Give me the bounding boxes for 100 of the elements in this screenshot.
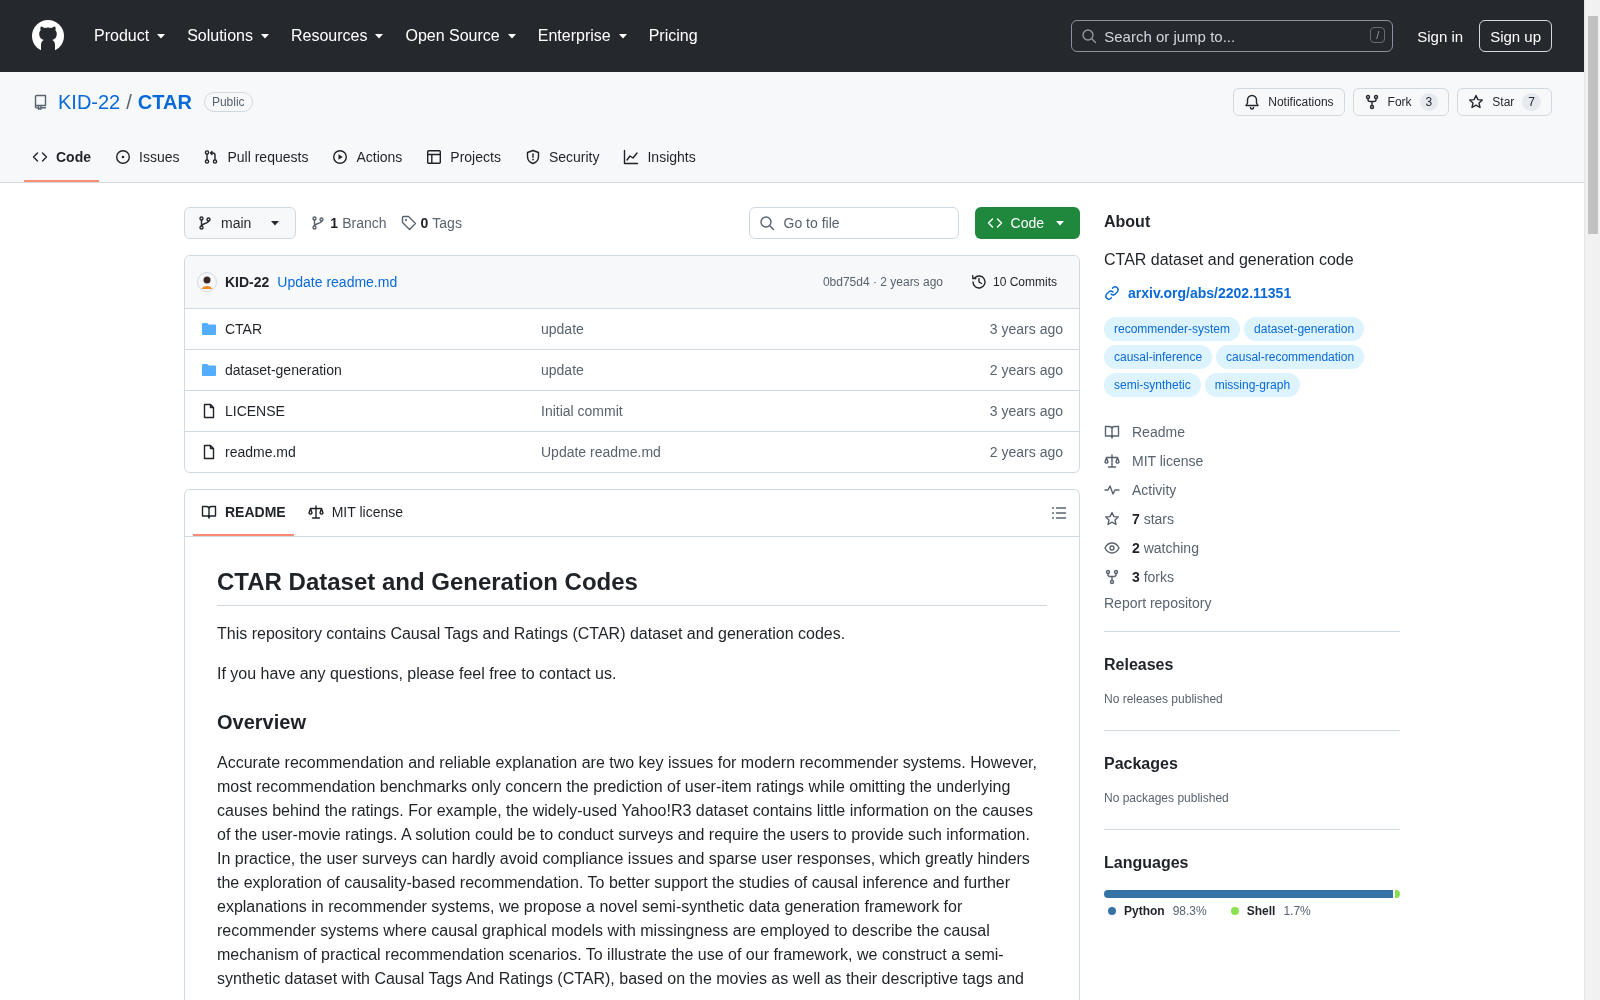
topic-tag[interactable]: missing-graph <box>1204 373 1301 397</box>
commit-age: 2 years ago <box>989 444 1063 460</box>
nav-menu-item[interactable]: Pricing <box>640 21 706 51</box>
go-to-file-field[interactable]: Go to file <box>748 207 959 239</box>
commit-message: Update readme.md <box>541 444 662 460</box>
file-name-link[interactable]: LICENSE <box>225 403 285 419</box>
readme-title: CTAR Dataset and Generation Codes <box>217 567 1047 606</box>
readme-paragraph: Accurate recommendation and reliable explanation are two key issues for modern recommender systems. However, most recommendation benchmarks only concern the prediction of user-item ratings while omitting the underlying causes behind the ratings. For example, the widely-used Yahoo!R3 dataset contains little information on the causes of the user-movie ratings. A solution could be to conduct surveys and require the users to provide such information. In practice, the user surveys can hardly avoid compliance issues and sparse user responses, which greatly hinders the exploration of causality-based recommendation. To better support the studies of causal inference and further explanations in recommender systems, we propose a novel semi-synthetic data generation framework for recommender systems where causal graphical models with missingness are employed to describe the causal mechanism of practical recommendation scenarios. To illustrate the use of our framework, we construct a semi-synthetic dataset with Causal Tags And Ratings (CTAR), based on the movies as well as their descriptive tags and <box>217 753 1038 989</box>
sidebar-link[interactable]: Readme <box>1104 417 1400 446</box>
repo-tab[interactable]: Actions <box>324 134 411 182</box>
fork-icon <box>1104 568 1120 585</box>
star-button[interactable]: Star 7 <box>1457 88 1552 116</box>
shield-icon <box>524 149 541 165</box>
topic-tag[interactable]: semi-synthetic <box>1104 373 1201 397</box>
repo-tab[interactable]: Pull requests <box>195 134 317 182</box>
dotted-circle-icon <box>115 149 131 165</box>
sign-in-link[interactable]: Sign in <box>1417 27 1464 45</box>
file-name-link[interactable]: CTAR <box>225 321 263 337</box>
readme-tab[interactable]: MIT license <box>299 490 411 536</box>
link-icon <box>1104 285 1120 301</box>
bell-icon <box>1244 94 1261 110</box>
table-icon <box>426 149 443 165</box>
commit-author[interactable]: KID-22 <box>225 274 270 290</box>
branch-icon <box>197 215 213 231</box>
readme-paragraph: If you have any questions, please feel free to contact us. <box>217 664 618 684</box>
pull-request-icon <box>203 149 220 165</box>
nav-menu-item[interactable]: Open Source <box>397 21 528 51</box>
file-name-link[interactable]: readme.md <box>225 444 296 460</box>
fork-icon <box>1363 94 1380 110</box>
repo-tab[interactable]: Code <box>24 134 99 182</box>
repo-description: CTAR dataset and generation code <box>1104 251 1355 269</box>
section-heading: Packages <box>1104 755 1179 773</box>
language-percent: 1.7% <box>1283 904 1311 918</box>
packages-note: No packages published <box>1104 791 1230 805</box>
history-icon <box>971 274 987 290</box>
readme-paragraph: This repository contains Causal Tags and Ratings (CTAR) dataset and generation codes. <box>217 624 847 644</box>
branch-selector[interactable]: main <box>184 207 297 239</box>
branch-icon <box>310 215 327 231</box>
topic-tag[interactable]: causal-inference <box>1104 345 1213 369</box>
sidebar-link[interactable]: 7 stars <box>1104 504 1400 533</box>
code-icon <box>32 149 48 165</box>
section-heading: Releases <box>1104 656 1175 674</box>
counter: 3 <box>1419 93 1439 111</box>
repo-name-link[interactable]: CTAR <box>137 90 192 114</box>
commit-age: 2 years ago <box>989 362 1063 378</box>
avatar <box>197 272 217 292</box>
graph-icon <box>623 149 640 165</box>
topic-tag[interactable]: dataset-generation <box>1244 317 1365 341</box>
list-icon <box>1051 505 1067 521</box>
folder-icon <box>201 362 217 378</box>
releases-note: No releases published <box>1104 692 1224 706</box>
search-icon <box>758 215 775 231</box>
website-link[interactable]: arxiv.org/abs/2202.11351 <box>1104 285 1400 301</box>
code-button[interactable]: Code <box>974 207 1080 239</box>
repo-tab[interactable]: Security <box>516 134 608 182</box>
report-link[interactable]: Report repository <box>1104 595 1400 611</box>
file-icon <box>201 403 217 419</box>
commit-age: 3 years ago <box>989 403 1063 419</box>
topic-tag[interactable]: causal-recommendation <box>1216 345 1365 369</box>
nav-menu-item[interactable]: Resources <box>282 21 396 51</box>
tags-link[interactable]: 0 Tags <box>400 215 462 231</box>
file-name-link[interactable]: dataset-generation <box>225 362 342 378</box>
sidebar-link[interactable]: 3 forks <box>1104 562 1400 591</box>
sign-up-button[interactable]: Sign up <box>1479 20 1552 52</box>
readme-tab[interactable]: README <box>193 490 294 536</box>
book-icon <box>201 504 217 520</box>
commits-link[interactable]: 10 Commits <box>965 273 1063 291</box>
shortcut-key: / <box>1370 27 1386 43</box>
nav-menu-item[interactable]: Solutions <box>179 21 281 51</box>
language-name: Shell <box>1246 904 1276 918</box>
counter: 7 <box>1522 93 1541 111</box>
sidebar-link[interactable]: MIT license <box>1104 446 1400 475</box>
notifications-button[interactable]: Notifications <box>1233 88 1345 116</box>
sidebar-link[interactable]: Activity <box>1104 475 1400 504</box>
scrollbar-thumb[interactable] <box>1588 16 1598 234</box>
repo-tab[interactable]: Projects <box>418 134 509 182</box>
nav-menu-item[interactable]: Enterprise <box>529 21 639 51</box>
commit-message-link[interactable]: Update readme.md <box>277 274 398 290</box>
commit-age: 3 years ago <box>989 321 1063 337</box>
star-icon <box>1104 510 1120 527</box>
code-icon <box>986 215 1003 231</box>
branches-link[interactable]: 1 Branch <box>310 215 387 231</box>
path-separator: / <box>126 90 132 114</box>
fork-button[interactable]: Fork 3 <box>1352 88 1450 116</box>
commit-message: update <box>541 362 585 378</box>
topic-tag[interactable]: recommender-system <box>1104 317 1241 341</box>
nav-menu-item[interactable]: Product <box>86 21 178 51</box>
star-icon <box>1468 94 1485 110</box>
search-icon <box>1081 28 1098 44</box>
repo-icon <box>32 94 48 110</box>
sidebar-link[interactable]: 2 watching <box>1104 533 1400 562</box>
section-heading: Languages <box>1104 854 1190 872</box>
repo-tab[interactable]: Insights <box>615 134 704 182</box>
logo-icon[interactable] <box>32 20 64 52</box>
scale-icon <box>307 504 324 520</box>
repo-tab[interactable]: Issues <box>107 134 188 182</box>
owner-link[interactable]: KID-22 <box>58 90 121 114</box>
commit-hash-age: 0bd75d4 · 2 years ago <box>822 275 943 289</box>
about-heading: About <box>1104 213 1152 231</box>
eye-icon <box>1104 539 1120 556</box>
